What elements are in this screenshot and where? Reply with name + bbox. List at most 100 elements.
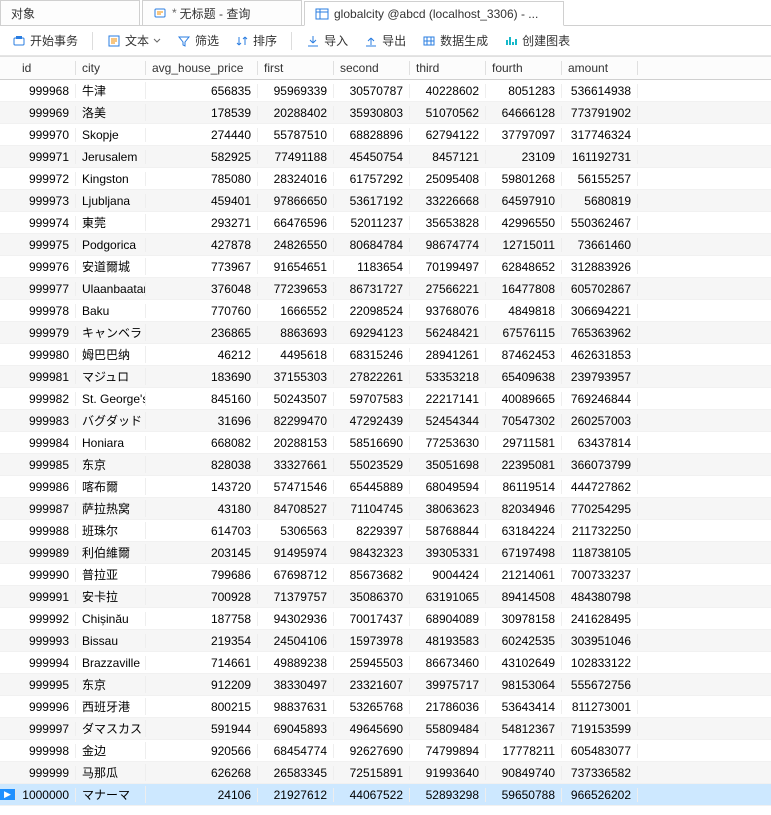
cell-third[interactable]: 48193583 xyxy=(410,634,486,648)
cell-third[interactable]: 55809484 xyxy=(410,722,486,736)
cell-amount[interactable]: 484380798 xyxy=(562,590,638,604)
cell-third[interactable]: 51070562 xyxy=(410,106,486,120)
cell-first[interactable]: 71379757 xyxy=(258,590,334,604)
cell-price[interactable]: 799686 xyxy=(146,568,258,582)
cell-price[interactable]: 668082 xyxy=(146,436,258,450)
cell-amount[interactable]: 536614938 xyxy=(562,84,638,98)
cell-third[interactable]: 91993640 xyxy=(410,766,486,780)
cell-second[interactable]: 65445889 xyxy=(334,480,410,494)
cell-third[interactable]: 9004424 xyxy=(410,568,486,582)
col-first[interactable]: first xyxy=(258,61,334,75)
cell-price[interactable]: 187758 xyxy=(146,612,258,626)
cell-amount[interactable]: 211732250 xyxy=(562,524,638,538)
cell-first[interactable]: 50243507 xyxy=(258,392,334,406)
table-row[interactable]: 999985东京82803833327661550235293505169822… xyxy=(0,454,771,476)
cell-city[interactable]: Podgorica xyxy=(76,238,146,252)
cell-id[interactable]: 999981 xyxy=(16,370,76,384)
cell-first[interactable]: 67698712 xyxy=(258,568,334,582)
cell-price[interactable]: 376048 xyxy=(146,282,258,296)
table-row[interactable]: 999975Podgorica4278782482655080684784986… xyxy=(0,234,771,256)
cell-second[interactable]: 55023529 xyxy=(334,458,410,472)
cell-third[interactable]: 28941261 xyxy=(410,348,486,362)
begin-transaction-button[interactable]: 开始事务 xyxy=(6,29,84,52)
cell-id[interactable]: 999978 xyxy=(16,304,76,318)
cell-third[interactable]: 68049594 xyxy=(410,480,486,494)
cell-third[interactable]: 62794122 xyxy=(410,128,486,142)
cell-price[interactable]: 293271 xyxy=(146,216,258,230)
cell-second[interactable]: 80684784 xyxy=(334,238,410,252)
table-row[interactable]: 999979キャンベラ23686588636936929412356248421… xyxy=(0,322,771,344)
table-row[interactable]: 999995东京91220938330497233216073997571798… xyxy=(0,674,771,696)
cell-id[interactable]: 999980 xyxy=(16,348,76,362)
cell-id[interactable]: 999992 xyxy=(16,612,76,626)
cell-id[interactable]: 999976 xyxy=(16,260,76,274)
cell-amount[interactable]: 241628495 xyxy=(562,612,638,626)
cell-id[interactable]: 999998 xyxy=(16,744,76,758)
cell-city[interactable]: 利伯維爾 xyxy=(76,544,146,561)
cell-price[interactable]: 183690 xyxy=(146,370,258,384)
cell-second[interactable]: 71104745 xyxy=(334,502,410,516)
cell-id[interactable]: 999990 xyxy=(16,568,76,582)
cell-amount[interactable]: 73661460 xyxy=(562,238,638,252)
cell-fourth[interactable]: 23109 xyxy=(486,150,562,164)
table-row[interactable]: 999984Honiara668082202881535851669077253… xyxy=(0,432,771,454)
cell-fourth[interactable]: 98153064 xyxy=(486,678,562,692)
cell-price[interactable]: 219354 xyxy=(146,634,258,648)
cell-city[interactable]: Ljubljana xyxy=(76,194,146,208)
cell-price[interactable]: 591944 xyxy=(146,722,258,736)
cell-third[interactable]: 63191065 xyxy=(410,590,486,604)
cell-amount[interactable]: 56155257 xyxy=(562,172,638,186)
cell-city[interactable]: マジュロ xyxy=(76,368,146,385)
cell-third[interactable]: 52893298 xyxy=(410,788,486,802)
cell-amount[interactable]: 118738105 xyxy=(562,546,638,560)
cell-id[interactable]: 999968 xyxy=(16,84,76,98)
cell-fourth[interactable]: 60242535 xyxy=(486,634,562,648)
col-city[interactable]: city xyxy=(76,61,146,75)
cell-price[interactable]: 43180 xyxy=(146,502,258,516)
cell-fourth[interactable]: 90849740 xyxy=(486,766,562,780)
cell-third[interactable]: 98674774 xyxy=(410,238,486,252)
cell-id[interactable]: 999983 xyxy=(16,414,76,428)
cell-fourth[interactable]: 86119514 xyxy=(486,480,562,494)
table-row[interactable]: ▶1000000マナーマ2410621927612440675225289329… xyxy=(0,784,771,806)
cell-price[interactable]: 714661 xyxy=(146,656,258,670)
cell-first[interactable]: 8863693 xyxy=(258,326,334,340)
cell-amount[interactable]: 773791902 xyxy=(562,106,638,120)
cell-first[interactable]: 77491188 xyxy=(258,150,334,164)
cell-price[interactable]: 203145 xyxy=(146,546,258,560)
cell-amount[interactable]: 700733237 xyxy=(562,568,638,582)
table-row[interactable]: 999983バグダッド31696822994704729243952454344… xyxy=(0,410,771,432)
cell-price[interactable]: 800215 xyxy=(146,700,258,714)
cell-id[interactable]: 999972 xyxy=(16,172,76,186)
cell-fourth[interactable]: 8051283 xyxy=(486,84,562,98)
cell-id[interactable]: 999971 xyxy=(16,150,76,164)
cell-id[interactable]: 999987 xyxy=(16,502,76,516)
cell-price[interactable]: 459401 xyxy=(146,194,258,208)
cell-id[interactable]: 999991 xyxy=(16,590,76,604)
table-row[interactable]: 999994Brazzaville71466149889238259455038… xyxy=(0,652,771,674)
cell-amount[interactable]: 719153599 xyxy=(562,722,638,736)
cell-amount[interactable]: 966526202 xyxy=(562,788,638,802)
cell-amount[interactable]: 312883926 xyxy=(562,260,638,274)
cell-city[interactable]: 东京 xyxy=(76,676,146,693)
import-button[interactable]: 导入 xyxy=(300,29,354,52)
cell-third[interactable]: 93768076 xyxy=(410,304,486,318)
cell-id[interactable]: 999974 xyxy=(16,216,76,230)
table-row[interactable]: 999987萨拉热窝431808470852771104745380636238… xyxy=(0,498,771,520)
cell-first[interactable]: 97866650 xyxy=(258,194,334,208)
cell-third[interactable]: 27566221 xyxy=(410,282,486,296)
table-row[interactable]: 999992Chișinău18775894302936700174376890… xyxy=(0,608,771,630)
cell-first[interactable]: 20288402 xyxy=(258,106,334,120)
cell-fourth[interactable]: 42996550 xyxy=(486,216,562,230)
cell-price[interactable]: 46212 xyxy=(146,348,258,362)
cell-second[interactable]: 22098524 xyxy=(334,304,410,318)
tab-query-untitled[interactable]: * 无标题 - 查询 xyxy=(142,0,302,25)
cell-second[interactable]: 15973978 xyxy=(334,634,410,648)
cell-price[interactable]: 582925 xyxy=(146,150,258,164)
table-row[interactable]: 999982St. George's8451605024350759707583… xyxy=(0,388,771,410)
cell-first[interactable]: 68454774 xyxy=(258,744,334,758)
cell-city[interactable]: 萨拉热窝 xyxy=(76,500,146,517)
table-row[interactable]: 999989利伯維爾203145914959749843232339305331… xyxy=(0,542,771,564)
cell-third[interactable]: 70199497 xyxy=(410,260,486,274)
cell-city[interactable]: 马那瓜 xyxy=(76,764,146,781)
